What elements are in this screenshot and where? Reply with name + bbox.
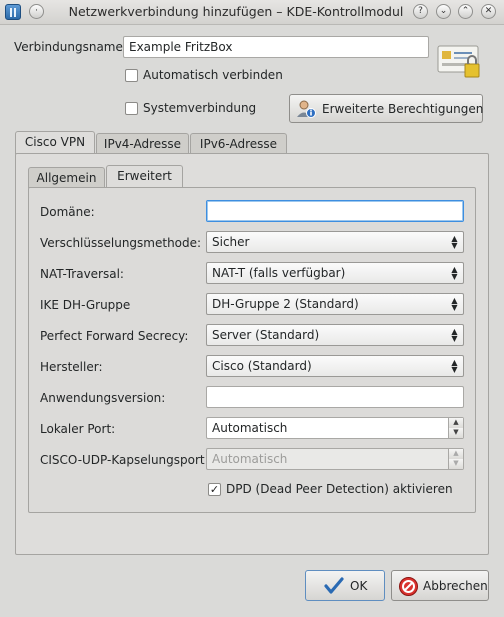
chevron-updown-icon: ▲ ▼ [451, 327, 458, 343]
tab-ipv6-address[interactable]: IPv6-Adresse [190, 133, 287, 154]
maximize-button[interactable]: ⌃ [458, 4, 473, 19]
udp-port-label: CISCO-UDP-Kapselungsport: [40, 453, 209, 467]
close-button[interactable]: ✕ [481, 4, 496, 19]
subtab-general[interactable]: Allgemein [28, 167, 105, 188]
help-button[interactable]: ? [413, 4, 428, 19]
nat-traversal-value: NAT-T (falls verfügbar) [212, 266, 346, 280]
certificate-lock-icon [437, 44, 483, 80]
advanced-permissions-button[interactable]: Erweiterte Berechtigungen [289, 94, 483, 123]
spin-up-icon: ▲ [448, 449, 463, 459]
encryption-label: Verschlüsselungsmethode: [40, 236, 202, 250]
app-version-label: Anwendungsversion: [40, 391, 166, 405]
local-port-value: Automatisch [212, 421, 288, 435]
app-menu-icon[interactable] [5, 4, 21, 20]
chevron-updown-icon: ▲ ▼ [451, 234, 458, 250]
minimize-button[interactable]: ⌄ [436, 4, 451, 19]
ok-button[interactable]: OK [305, 570, 385, 601]
pfs-value: Server (Standard) [212, 328, 320, 342]
vendor-label: Hersteller: [40, 360, 103, 374]
title-bar: · Netzwerkverbindung hinzufügen – KDE-Ko… [0, 0, 504, 25]
udp-port-spinbox: Automatisch ▲ ▼ [206, 448, 464, 470]
system-connection-checkbox[interactable] [125, 102, 138, 115]
vendor-select[interactable]: Cisco (Standard) ▲ ▼ [206, 355, 464, 377]
encryption-value: Sicher [212, 235, 250, 249]
auto-connect-label: Automatisch verbinden [143, 68, 283, 82]
spin-down-icon[interactable]: ▼ [448, 428, 463, 438]
dpd-label: DPD (Dead Peer Detection) aktivieren [226, 482, 453, 496]
encryption-select[interactable]: Sicher ▲ ▼ [206, 231, 464, 253]
cancel-button[interactable]: Abbrechen [391, 570, 489, 601]
local-port-label: Lokaler Port: [40, 422, 116, 436]
local-port-spinbox[interactable]: Automatisch ▲ ▼ [206, 417, 464, 439]
checkmark-icon [324, 577, 344, 595]
ike-dh-group-select[interactable]: DH-Gruppe 2 (Standard) ▲ ▼ [206, 293, 464, 315]
nat-traversal-select[interactable]: NAT-T (falls verfügbar) ▲ ▼ [206, 262, 464, 284]
auto-connect-checkbox[interactable] [125, 69, 138, 82]
system-connection-label: Systemverbindung [143, 101, 257, 115]
advanced-permissions-label: Erweiterte Berechtigungen [322, 102, 484, 116]
spin-down-icon: ▼ [448, 459, 463, 469]
pfs-label: Perfect Forward Secrecy: [40, 329, 189, 343]
connection-name-label: Verbindungsname: [14, 40, 127, 54]
pfs-select[interactable]: Server (Standard) ▲ ▼ [206, 324, 464, 346]
tab-ipv4-address[interactable]: IPv4-Adresse [96, 133, 189, 154]
chevron-updown-icon: ▲ ▼ [451, 296, 458, 312]
user-permissions-icon [296, 99, 316, 119]
ok-label: OK [350, 579, 368, 593]
cancel-label: Abbrechen [423, 579, 488, 593]
connection-name-input[interactable]: Example FritzBox [123, 36, 429, 58]
spin-up-icon[interactable]: ▲ [448, 418, 463, 428]
ike-dh-group-label: IKE DH-Gruppe [40, 298, 131, 312]
domain-label: Domäne: [40, 205, 95, 219]
domain-input[interactable] [206, 200, 464, 222]
dpd-checkbox[interactable]: ✓ [208, 483, 221, 496]
chevron-updown-icon: ▲ ▼ [451, 358, 458, 374]
pin-icon[interactable]: · [29, 4, 44, 19]
ike-dh-group-value: DH-Gruppe 2 (Standard) [212, 297, 359, 311]
vendor-value: Cisco (Standard) [212, 359, 312, 373]
udp-port-value: Automatisch [212, 452, 288, 466]
tab-cisco-vpn[interactable]: Cisco VPN [15, 131, 95, 154]
nat-traversal-label: NAT-Traversal: [40, 267, 124, 281]
subtab-advanced[interactable]: Erweitert [106, 165, 183, 188]
window-title: Netzwerkverbindung hinzufügen – KDE-Kont… [68, 4, 404, 19]
chevron-updown-icon: ▲ ▼ [451, 265, 458, 281]
app-version-input[interactable] [206, 386, 464, 408]
cancel-icon [398, 576, 419, 597]
